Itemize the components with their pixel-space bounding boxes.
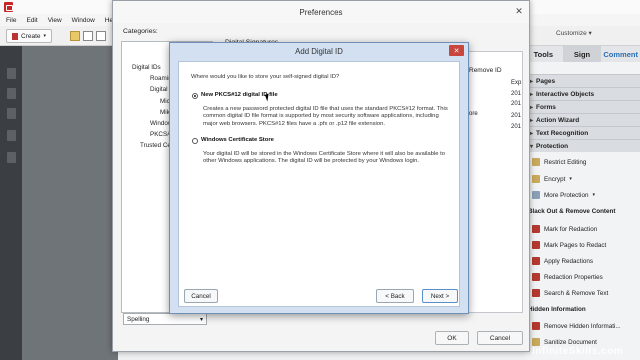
bookmark-icon[interactable] [7,88,16,99]
tool-more-protection[interactable]: More Protection ▾ [530,187,638,203]
redact-pages-icon [532,241,540,249]
tool-apply-redactions[interactable]: Apply Redactions [530,253,638,269]
option-windows-store-description: Your digital ID will be stored in the Wi… [203,151,446,165]
tool-mark-for-redaction[interactable]: Mark for Redaction [530,221,638,237]
document-icon-2[interactable] [96,31,106,41]
category-spelling-select[interactable]: Spelling [123,313,207,325]
preferences-title: Preferences [113,1,529,23]
tools-pane-header: Tools Sign Comment [524,46,640,62]
panel-protection[interactable]: Protection [528,139,640,152]
search-remove-icon [532,289,540,297]
customize-menu[interactable]: Customize ▾ [556,29,592,37]
chevron-down-icon: ▾ [592,192,595,198]
encrypt-lock-icon [532,175,540,183]
radio-pkcs12[interactable] [192,93,198,99]
remove-hidden-icon [532,322,540,330]
remove-id-button[interactable]: Remove ID [469,67,502,74]
cancel-button[interactable]: Cancel [477,331,523,345]
dialog-title: Add Digital ID [295,47,343,56]
redaction-properties-icon [532,273,540,281]
menu-file[interactable]: File [6,17,16,24]
tree-item-digital-id-files[interactable]: Digital I [150,86,171,93]
chevron-down-icon: ▾ [569,176,572,182]
shield-icon [532,191,540,199]
open-folder-icon[interactable] [70,31,80,41]
layers-icon[interactable] [7,152,16,163]
lock-icon [532,158,540,166]
create-button[interactable]: Create ▾ [6,29,52,43]
panel-text-recognition[interactable]: Text Recognition [528,126,640,139]
expiry-value-3: 201 [511,113,522,119]
sanitize-icon [532,338,540,346]
panel-pages[interactable]: Pages [528,74,640,87]
left-navigation-pane [0,46,22,360]
option-windows-store-label[interactable]: Windows Certificate Store [201,137,274,144]
categories-label: Categories: [123,28,158,35]
store-value: ore [469,111,478,117]
tool-encrypt[interactable]: Encrypt ▾ [530,171,638,187]
expiry-value-4: 201 [511,124,522,130]
acrobat-app-icon [4,2,13,12]
blackout-section-title: Black Out & Remove Content [528,208,616,215]
tool-mark-pages-to-redact[interactable]: Mark Pages to Redact [530,237,638,253]
expiry-value-1: 201 [511,91,522,97]
tool-restrict-editing[interactable]: Restrict Editing [530,154,638,170]
back-button[interactable]: < Back [376,289,414,303]
radio-windows-store[interactable] [192,138,198,144]
dialog-question: Where would you like to store your self-… [191,74,340,80]
close-icon[interactable]: ✕ [449,45,464,56]
signature-icon[interactable] [7,130,16,141]
pages-thumbnail-icon[interactable] [7,68,16,79]
menu-window[interactable]: Window [72,17,95,24]
dialog-body: Where would you like to store your self-… [178,61,460,307]
panel-interactive-objects[interactable]: Interactive Objects [528,87,640,100]
dialog-cancel-button[interactable]: Cancel [184,289,218,303]
expiry-value-2: 201 [511,101,522,107]
tab-comment[interactable]: Comment [601,46,640,62]
next-button[interactable]: Next > [422,289,458,303]
expires-header: Exp [511,80,522,86]
tool-remove-hidden-information[interactable]: Remove Hidden Informati... [530,318,638,334]
tree-item-trusted-certificates[interactable]: Trusted Ce [140,142,171,149]
hidden-info-section-title: Hidden Information [528,306,586,313]
option-pkcs12-description: Creates a new password protected digital… [203,106,448,127]
document-icon[interactable] [83,31,93,41]
panel-forms[interactable]: Forms [528,100,640,113]
close-icon[interactable]: ✕ [513,6,525,16]
tool-redaction-properties[interactable]: Redaction Properties [530,269,638,285]
menu-edit[interactable]: Edit [26,17,37,24]
document-area [22,46,118,360]
ok-button[interactable]: OK [435,331,469,345]
tab-sign[interactable]: Sign [562,46,602,62]
menu-view[interactable]: View [48,17,62,24]
tool-search-remove-text[interactable]: Search & Remove Text [530,285,638,301]
create-pdf-icon [11,32,18,40]
watermark: InfiniteSkills.com [532,346,624,357]
add-digital-id-dialog: Add Digital ID ✕ Where would you like to… [169,42,469,314]
panel-action-wizard[interactable]: Action Wizard [528,113,640,126]
redaction-marker-icon [532,225,540,233]
chevron-down-icon: ▾ [43,33,47,39]
attachment-icon[interactable] [7,108,16,119]
tree-item-digital-ids[interactable]: Digital IDs [132,64,161,71]
apply-redactions-icon [532,257,540,265]
